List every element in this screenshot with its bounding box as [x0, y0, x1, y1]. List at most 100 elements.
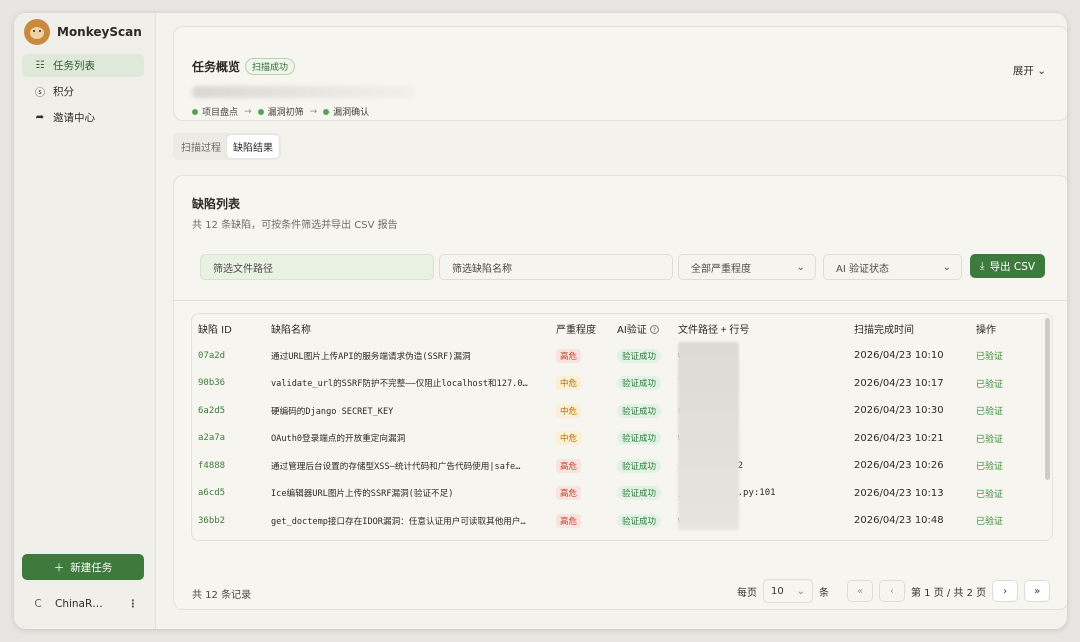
table-row[interactable]: 90b36 validate_url的SSRF防护不完整——仅阻止localhos…: [192, 370, 1042, 398]
help-icon[interactable]: ?: [649, 325, 659, 334]
redacted-path-mask: [678, 342, 739, 530]
page-size-select[interactable]: 10 ⌄: [763, 579, 813, 603]
col-severity: 严重程度: [556, 324, 596, 336]
ai-cell: 验证成功: [617, 376, 662, 391]
verified-action-link[interactable]: 已验证: [976, 349, 1003, 362]
export-csv-button[interactable]: ⤓ 导出 CSV: [970, 254, 1045, 278]
scan-time: 2026/04/23 10:10: [854, 350, 944, 362]
defect-id-link[interactable]: 07a2d: [198, 351, 225, 361]
defect-name: 硬编码的Django SECRET_KEY: [271, 406, 394, 417]
step-label: 漏洞确认: [333, 108, 370, 118]
last-page-button[interactable]: »: [1024, 580, 1051, 602]
defect-name: validate_url的SSRF防护不完整——仅阻止localhost和127…: [271, 379, 528, 390]
scan-time: 2026/04/23 10:17: [854, 377, 944, 389]
defect-name: 通过URL图片上传API的服务端请求伪造(SSRF)漏洞: [271, 351, 471, 362]
sidebar-nav: ☷ 任务列表 ⓢ 积分 ➦ 邀请中心: [22, 54, 144, 132]
ai-cell: 验证成功: [617, 403, 662, 418]
chevron-down-icon: ⌄: [796, 261, 805, 273]
task-overview-card: 任务概览 扫描成功 展开 ⌄ 项目盘点 → 漏洞初筛 → 漏洞确认: [173, 26, 1067, 121]
step-done-icon: [192, 108, 198, 115]
prev-page-button[interactable]: ‹: [879, 580, 905, 602]
scan-status-badge: 扫描成功: [245, 58, 296, 75]
defect-id-link[interactable]: 6a2d5: [198, 406, 225, 416]
severity-badge: 高危: [556, 348, 582, 363]
scan-time: 2026/04/23 10:30: [854, 405, 944, 417]
app-name: MonkeyScan: [57, 25, 142, 39]
download-icon: ⤓: [979, 259, 985, 272]
severity-cell: 中危: [556, 403, 582, 418]
severity-cell: 高危: [556, 458, 582, 473]
ai-verified-badge: 验证成功: [617, 458, 662, 473]
severity-badge: 中危: [556, 431, 582, 446]
severity-badge: 高危: [556, 486, 582, 501]
new-task-button[interactable]: ＋ 新建任务: [22, 554, 144, 580]
result-tabs: 扫描过程 缺陷结果: [173, 133, 281, 160]
sidebar-item-points[interactable]: ⓢ 积分: [22, 80, 144, 103]
ai-status-select[interactable]: AI 验证状态 ⌄: [823, 254, 962, 280]
col-path: 文件路径 + 行号: [678, 324, 750, 336]
app-window: MonkeyScan ☷ 任务列表 ⓢ 积分 ➦ 邀请中心 ＋ 新建任务 C C…: [14, 13, 1067, 629]
placeholder-text: 筛选文件路径: [213, 263, 273, 275]
table-row[interactable]: 36bb2 get_doctemp接口存在IDOR漏洞：任意认证用户可读取其他用户…: [192, 507, 1042, 535]
sidebar-item-invite[interactable]: ➦ 邀请中心: [22, 106, 144, 129]
tab-defect-results[interactable]: 缺陷结果: [227, 135, 279, 158]
tab-scan-process[interactable]: 扫描过程: [175, 135, 227, 158]
defect-id-link[interactable]: a2a7a: [198, 433, 225, 443]
avatar: C: [34, 598, 42, 610]
divider: [174, 300, 1067, 301]
verified-action-link[interactable]: 已验证: [976, 459, 1003, 472]
table-row[interactable]: a2a7aOAuth0登录端点的开放重定向漏洞中危验证成功ws.py:31202…: [192, 425, 1042, 453]
step-done-icon: [257, 108, 264, 115]
verified-action-link[interactable]: 已验证: [976, 404, 1003, 417]
expand-toggle[interactable]: 展开 ⌄: [1013, 63, 1046, 78]
placeholder-text: 筛选缺陷名称: [452, 263, 512, 275]
share-icon: ➦: [35, 112, 45, 123]
verified-action-link[interactable]: 已验证: [976, 514, 1003, 527]
col-name: 缺陷名称: [271, 324, 311, 336]
per-page-label: 每页: [737, 587, 757, 599]
user-menu[interactable]: C ChinaR… ⋮: [22, 593, 144, 615]
severity-cell: 高危: [556, 348, 582, 363]
per-page-unit: 条: [819, 587, 829, 599]
brand[interactable]: MonkeyScan: [24, 19, 142, 45]
defect-table: 缺陷 ID 缺陷名称 严重程度 AI验证? 文件路径 + 行号 扫描完成时间 操…: [191, 313, 1053, 541]
sidebar-item-label: 任务列表: [53, 60, 95, 72]
table-scrollbar[interactable]: [1045, 318, 1050, 480]
file-path-filter-input[interactable]: 筛选文件路径: [200, 254, 434, 280]
ai-verified-badge: 验证成功: [617, 348, 662, 363]
table-row[interactable]: f4888 通过管理后台设置的存储型XSS—统计代码和广告代码使用|safe… 高危…: [192, 452, 1042, 480]
defect-name: get_doctemp接口存在IDOR漏洞：任意认证用户可读取其他用户…: [271, 516, 526, 527]
ai-cell: 验证成功: [617, 486, 662, 501]
next-page-button[interactable]: ›: [992, 580, 1019, 602]
defect-id-link[interactable]: 90b36: [198, 378, 225, 388]
ai-cell: 验证成功: [617, 513, 662, 528]
ai-verified-badge: 验证成功: [617, 513, 662, 528]
defect-name: 通过管理后台设置的存储型XSS—统计代码和广告代码使用|safe…: [271, 461, 521, 472]
monkey-logo-icon: [24, 19, 50, 45]
verified-action-link[interactable]: 已验证: [976, 432, 1003, 445]
scan-time: 2026/04/23 10:48: [854, 515, 944, 527]
defect-list-title: 缺陷列表: [192, 197, 241, 211]
table-row[interactable]: 07a2d通过URL图片上传API的服务端请求伪造(SSRF)漏洞高危验证成功w…: [192, 342, 1042, 370]
severity-badge: 中危: [556, 376, 582, 391]
double-chevron-left-icon: «: [856, 585, 864, 597]
defect-name-filter-input[interactable]: 筛选缺陷名称: [439, 254, 673, 280]
scan-time: 2026/04/23 10:21: [854, 432, 944, 444]
sidebar-item-tasks[interactable]: ☷ 任务列表: [22, 54, 144, 77]
first-page-button[interactable]: «: [847, 580, 873, 602]
defect-id-link[interactable]: f4888: [198, 461, 225, 471]
verified-action-link[interactable]: 已验证: [976, 377, 1003, 390]
verified-action-link[interactable]: 已验证: [976, 487, 1003, 500]
main-content: 任务概览 扫描成功 展开 ⌄ 项目盘点 → 漏洞初筛 → 漏洞确认 扫描过程 缺…: [156, 13, 1067, 629]
severity-select[interactable]: 全部严重程度 ⌄: [678, 254, 816, 280]
table-row[interactable]: a6cd5Ice编辑器URL图片上传的SSRF漏洞(验证不足)高危验证成功_up…: [192, 480, 1042, 508]
defect-list-card: 缺陷列表 共 12 条缺陷，可按条件筛选并导出 CSV 报告 筛选文件路径 筛选…: [173, 175, 1067, 610]
defect-name: Ice编辑器URL图片上传的SSRF漏洞(验证不足): [271, 489, 454, 500]
redacted-project-path: [192, 86, 417, 98]
table-row[interactable]: 6a2d5硬编码的Django SECRET_KEY中危验证成功ngs.py:3…: [192, 397, 1042, 425]
defect-list-subtitle: 共 12 条缺陷，可按条件筛选并导出 CSV 报告: [192, 220, 398, 231]
defect-id-link[interactable]: a6cd5: [198, 488, 225, 498]
defect-id-link[interactable]: 36bb2: [198, 516, 225, 526]
severity-cell: 中危: [556, 376, 582, 391]
more-vertical-icon[interactable]: ⋮: [128, 598, 139, 610]
